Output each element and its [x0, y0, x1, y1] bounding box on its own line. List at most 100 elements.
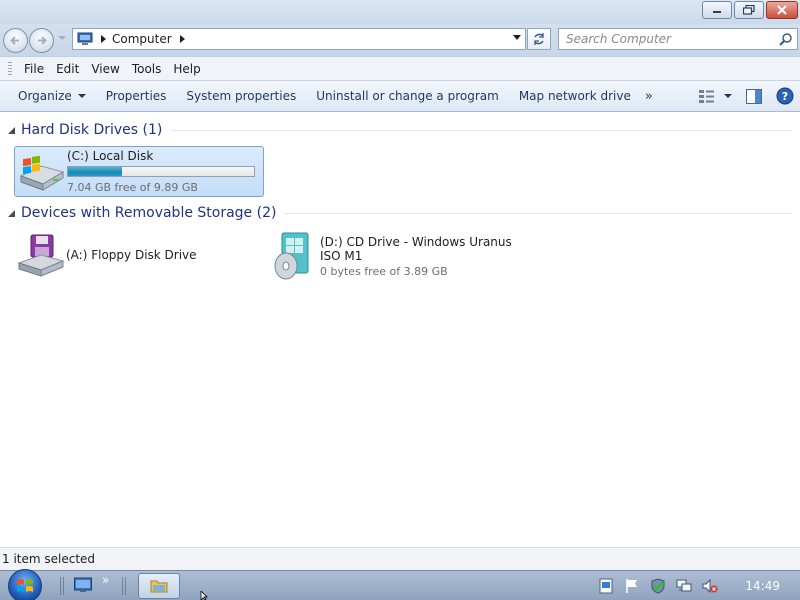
group-title: Hard Disk Drives (1): [21, 122, 163, 138]
minimize-button[interactable]: [702, 1, 732, 19]
group-removable-storage[interactable]: Devices with Removable Storage (2): [8, 205, 792, 221]
hard-disk-windows-icon: [15, 147, 67, 196]
forward-arrow-icon: [38, 36, 47, 45]
breadcrumb-separator-icon[interactable]: [179, 35, 185, 43]
change-view-button[interactable]: [698, 88, 732, 104]
view-options-icon: [699, 90, 714, 103]
drive-d-tile[interactable]: (D:) CD Drive - Windows Uranus ISO M1 0 …: [268, 228, 528, 284]
drive-c-name: (C:) Local Disk: [67, 149, 154, 163]
drive-c-usage-bar: [67, 166, 255, 177]
menu-edit[interactable]: Edit: [50, 62, 85, 76]
address-bar[interactable]: Computer: [72, 28, 526, 50]
map-network-drive-button[interactable]: Map network drive: [509, 89, 641, 103]
drive-c-free-space: 7.04 GB free of 9.89 GB: [67, 181, 198, 194]
refresh-icon: [534, 33, 544, 45]
folder-icon: [150, 580, 168, 593]
breadcrumb-computer[interactable]: Computer: [112, 32, 172, 46]
quick-launch-chevron[interactable]: »: [102, 573, 109, 587]
search-input[interactable]: [559, 29, 759, 49]
show-desktop-icon[interactable]: [74, 577, 92, 593]
volume-button[interactable]: [701, 577, 719, 595]
chevron-down-icon: [77, 93, 86, 98]
command-bar-right: ?: [698, 87, 794, 105]
taskbar-explorer-button[interactable]: [138, 573, 180, 599]
flag-icon: [626, 579, 638, 593]
close-icon: [777, 5, 787, 15]
drive-d-name: (D:) CD Drive - Windows Uranus: [320, 234, 512, 249]
network-icon: [676, 579, 692, 592]
network-button[interactable]: [675, 577, 693, 595]
address-row: Computer: [0, 24, 800, 56]
shield-check-icon: [651, 578, 665, 594]
drive-c-tile[interactable]: (C:) Local Disk 7.04 GB free of 9.89 GB: [14, 146, 264, 197]
drive-a-name: (A:) Floppy Disk Drive: [66, 248, 197, 262]
drive-d-name-cont: ISO M1: [320, 248, 363, 263]
restore-button[interactable]: [734, 1, 764, 19]
drive-d-info: (D:) CD Drive - Windows Uranus ISO M1 0 …: [320, 228, 512, 284]
group-hard-disk-drives[interactable]: Hard Disk Drives (1): [8, 122, 792, 138]
collapse-triangle-icon[interactable]: [8, 126, 15, 134]
menu-view[interactable]: View: [85, 62, 125, 76]
caption-buttons: [702, 1, 798, 19]
preview-pane-icon: [746, 88, 762, 104]
help-button[interactable]: ?: [776, 87, 794, 105]
windows-logo-icon: [17, 579, 33, 592]
system-properties-button[interactable]: System properties: [176, 89, 306, 103]
search-icon[interactable]: [779, 33, 792, 46]
group-title: Devices with Removable Storage (2): [21, 205, 277, 221]
organize-label: Organize: [18, 89, 72, 103]
taskbar-grip[interactable]: [60, 577, 66, 595]
command-bar: Organize Properties System properties Un…: [0, 80, 800, 112]
drive-c-info: (C:) Local Disk 7.04 GB free of 9.89 GB: [67, 147, 255, 196]
taskbar-clock[interactable]: 14:49: [745, 579, 780, 593]
preview-pane-button[interactable]: [746, 88, 762, 104]
menu-file[interactable]: File: [18, 62, 50, 76]
back-arrow-icon: [10, 36, 19, 45]
svg-text:?: ?: [782, 90, 788, 103]
drive-a-info: (A:) Floppy Disk Drive: [66, 230, 197, 280]
cd-drive-icon: [268, 228, 320, 284]
start-button[interactable]: [8, 569, 42, 600]
collapse-triangle-icon[interactable]: [8, 209, 15, 217]
security-status-button[interactable]: [649, 577, 667, 595]
minimize-icon: [713, 11, 721, 13]
content-area: Hard Disk Drives (1) (C:) Local Disk 7.0…: [0, 112, 800, 546]
speaker-muted-icon: [702, 578, 718, 594]
menu-grip: [8, 61, 12, 76]
search-box: [558, 28, 798, 50]
group-divider: [170, 129, 792, 131]
document-icon: [599, 578, 613, 594]
tray-program-icon[interactable]: [597, 577, 615, 595]
taskbar-grip[interactable]: [122, 577, 128, 595]
close-button[interactable]: [766, 1, 798, 19]
forward-button[interactable]: [29, 28, 54, 53]
drive-d-free-space: 0 bytes free of 3.89 GB: [320, 264, 448, 278]
organize-button[interactable]: Organize: [8, 89, 96, 103]
notification-area: 14:49: [597, 571, 800, 600]
help-icon: ?: [776, 87, 794, 105]
drive-a-tile[interactable]: (A:) Floppy Disk Drive: [14, 230, 244, 280]
status-bar: 1 item selected: [0, 547, 800, 570]
menu-help[interactable]: Help: [167, 62, 206, 76]
menu-tools[interactable]: Tools: [126, 62, 168, 76]
drive-c-usage-fill: [68, 167, 122, 176]
recent-pages-dropdown-icon[interactable]: [58, 36, 66, 42]
back-button[interactable]: [3, 28, 28, 53]
title-bar: [0, 0, 800, 24]
refresh-button[interactable]: [527, 28, 551, 50]
restore-icon: [743, 5, 755, 15]
properties-button[interactable]: Properties: [96, 89, 177, 103]
computer-icon: [77, 32, 93, 45]
taskbar: » 14:49: [0, 569, 800, 600]
floppy-drive-icon: [14, 230, 66, 280]
uninstall-program-button[interactable]: Uninstall or change a program: [306, 89, 509, 103]
group-divider: [284, 212, 792, 214]
menu-bar: File Edit View Tools Help: [0, 56, 800, 80]
more-commands-button[interactable]: »: [645, 89, 653, 104]
status-text: 1 item selected: [2, 552, 96, 566]
mouse-cursor-icon: [200, 591, 208, 600]
breadcrumb-separator-icon[interactable]: [101, 35, 106, 43]
address-history-dropdown-icon[interactable]: [513, 35, 521, 41]
chevron-down-icon: [724, 93, 732, 98]
action-center-button[interactable]: [623, 577, 641, 595]
